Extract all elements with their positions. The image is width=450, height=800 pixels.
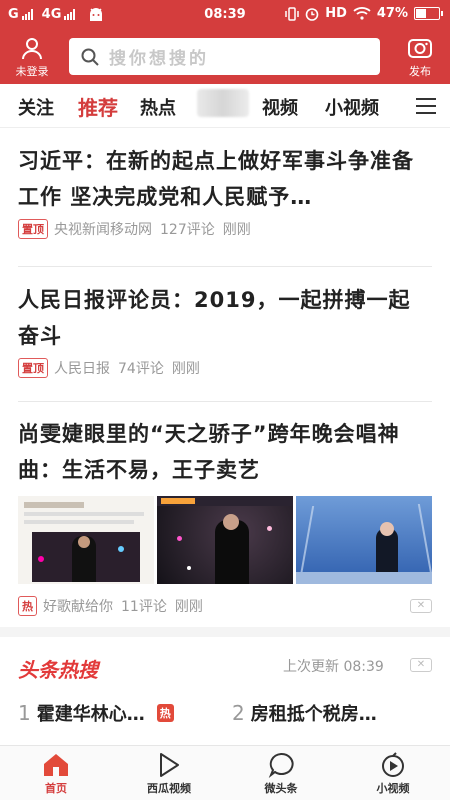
- nav-label: 首页: [45, 782, 67, 795]
- article-comments: 74评论: [118, 361, 164, 377]
- tab-video[interactable]: 视频: [262, 94, 298, 120]
- dismiss-icon[interactable]: ✕: [410, 658, 432, 672]
- divider: [18, 401, 432, 402]
- hot-search-title: 头条热搜: [18, 658, 98, 682]
- channel-menu-icon[interactable]: [416, 98, 436, 119]
- article-source: 人民日报: [54, 361, 110, 377]
- article-meta: 置顶 央视新闻移动网 127评论 刚刚: [18, 219, 432, 239]
- hot-text: 房租抵个税房…: [250, 704, 377, 725]
- hd-label: HD: [325, 6, 347, 21]
- article-source: 央视新闻移动网: [54, 222, 152, 238]
- hot-text: 霍建华林心…: [36, 704, 145, 725]
- hot-badge: 热: [156, 704, 174, 722]
- pinned-badge: 置顶: [18, 358, 48, 378]
- hot-search-item[interactable]: 1 霍建华林心… 热: [18, 700, 174, 726]
- nav-micro-headline[interactable]: 微头条: [241, 750, 321, 796]
- article-thumbnails: [18, 496, 432, 584]
- wifi-icon: [353, 7, 371, 20]
- tab-hot[interactable]: 热点: [140, 94, 176, 120]
- section-gap: [0, 627, 450, 637]
- login-button[interactable]: 未登录: [8, 36, 56, 79]
- thumbnail-image[interactable]: [18, 496, 154, 584]
- nav-label: 小视频: [376, 782, 410, 795]
- thumbnail-image[interactable]: [157, 496, 293, 584]
- article-card[interactable]: 人民日报评论员：2019，一起拼搏一起奋斗 置顶 人民日报 74评论 刚刚: [18, 282, 432, 378]
- tab-recommend[interactable]: 推荐: [78, 92, 118, 121]
- hot-search-update: 上次更新 08:39: [283, 656, 384, 676]
- article-source: 好歌献给你: [43, 599, 113, 615]
- article-card[interactable]: 习近平：在新的起点上做好军事斗争准备工作 坚决完成党和人民赋予… 置顶 央视新闻…: [18, 143, 432, 239]
- camera-icon: [408, 39, 432, 58]
- nav-short-video[interactable]: 小视频: [353, 750, 433, 796]
- alarm-icon: [305, 7, 319, 21]
- user-icon: [22, 38, 42, 60]
- hot-badge: 热: [18, 596, 37, 616]
- app-header: 未登录 搜你想搜的 发布: [0, 30, 450, 84]
- article-title: 习近平：在新的起点上做好军事斗争准备工作 坚决完成党和人民赋予…: [18, 149, 414, 209]
- chat-bubble-icon: [268, 752, 294, 778]
- update-label: 上次更新: [283, 659, 339, 675]
- nav-xigua-video[interactable]: 西瓜视频: [129, 750, 209, 796]
- play-icon: [160, 753, 179, 777]
- thumbnail-image[interactable]: [296, 496, 432, 584]
- short-video-icon: [382, 752, 404, 777]
- nav-label: 西瓜视频: [147, 782, 191, 795]
- divider: [18, 266, 432, 267]
- tab-blurred[interactable]: [197, 89, 249, 117]
- article-comments: 11评论: [121, 599, 167, 615]
- article-time: 刚刚: [171, 361, 200, 377]
- search-icon: [81, 48, 99, 66]
- tabs-fade: [388, 88, 408, 124]
- nav-label: 微头条: [264, 782, 298, 795]
- article-comments: 127评论: [160, 222, 215, 238]
- tab-follow[interactable]: 关注: [18, 94, 54, 120]
- home-icon: [44, 754, 68, 776]
- article-meta: 置顶 人民日报 74评论 刚刚: [18, 358, 432, 378]
- article-card[interactable]: 尚雯婕眼里的“天之骄子”跨年晚会唱神曲：生活不易，王子卖艺 热 好歌献给你 11…: [18, 416, 432, 616]
- publish-button[interactable]: 发布: [398, 36, 442, 79]
- login-label: 未登录: [15, 65, 49, 78]
- battery-icon: [414, 7, 443, 20]
- update-time: 08:39: [343, 659, 384, 675]
- search-placeholder: 搜你想搜的: [109, 49, 209, 69]
- article-title: 尚雯婕眼里的“天之骄子”跨年晚会唱神曲：生活不易，王子卖艺: [18, 422, 400, 482]
- article-title: 人民日报评论员：2019，一起拼搏一起奋斗: [18, 288, 411, 348]
- status-bar: G 4G 08:39 HD 47%: [0, 0, 450, 30]
- dismiss-icon[interactable]: ✕: [410, 599, 432, 613]
- hot-rank: 1: [18, 701, 31, 725]
- battery-percent: 47%: [376, 6, 408, 21]
- article-meta: 热 好歌献给你 11评论 刚刚 ✕: [18, 596, 432, 616]
- pinned-badge: 置顶: [18, 219, 48, 239]
- search-input[interactable]: 搜你想搜的: [69, 38, 380, 75]
- tab-short-video[interactable]: 小视频: [325, 94, 379, 120]
- bottom-nav: 首页 西瓜视频 微头条 小视频: [0, 745, 450, 800]
- status-icons: HD 47%: [285, 6, 443, 21]
- vibrate-icon: [285, 6, 299, 21]
- hot-rank: 2: [232, 701, 245, 725]
- article-time: 刚刚: [222, 222, 251, 238]
- nav-home[interactable]: 首页: [16, 750, 96, 796]
- article-time: 刚刚: [174, 599, 203, 615]
- hot-search-item[interactable]: 2 房租抵个税房…: [232, 700, 377, 726]
- publish-label: 发布: [409, 65, 431, 78]
